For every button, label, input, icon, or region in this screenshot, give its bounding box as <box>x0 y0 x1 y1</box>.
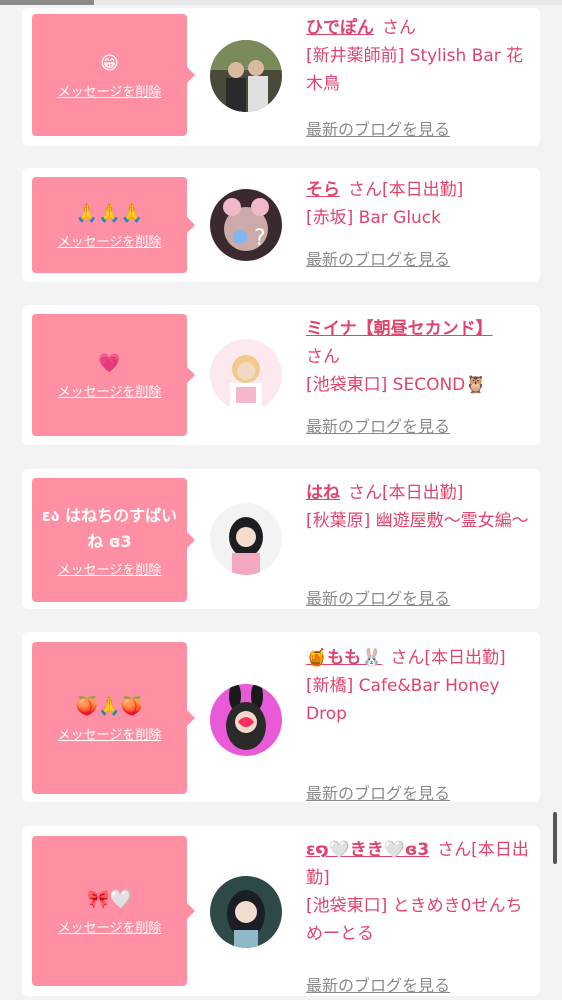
honorific: さん <box>382 18 416 38</box>
latest-blog-link[interactable]: 最新のブログを見る <box>306 585 450 613</box>
avatar[interactable] <box>210 503 282 575</box>
honorific: さん <box>306 347 340 367</box>
shop-name: [池袋東口] SECOND🦉 <box>306 375 487 395</box>
message-text: 💗 <box>98 352 121 374</box>
user-name-link[interactable]: 🍯もも🐰 <box>306 648 382 668</box>
shop-name: [赤坂] Bar Gluck <box>306 208 442 228</box>
page-progress-indicator <box>0 0 94 5</box>
shop-name: [池袋東口] ときめき0せんちめーとる <box>306 896 523 944</box>
message-text: 🎀🤍 <box>87 888 132 910</box>
user-name-link[interactable]: ミイナ【朝昼セカンド】 <box>306 319 493 339</box>
card-info: ε໑🤍きき🤍ɞ3 さん[本日出勤] [池袋東口] ときめき0せんちめーとる 最新の… <box>306 836 536 995</box>
user-name-link[interactable]: ひでぽん <box>306 18 374 38</box>
message-text: 😁 <box>100 52 119 74</box>
svg-text:?: ? <box>254 226 266 251</box>
honorific: さん[本日出勤] <box>390 648 506 668</box>
card-info: ミイナ【朝昼セカンド】 さん [池袋東口] SECOND🦉 最新のブログを見る <box>306 315 536 436</box>
user-name-link[interactable]: ε໑🤍きき🤍ɞ3 <box>306 840 429 860</box>
latest-blog-link[interactable]: 最新のブログを見る <box>306 246 450 274</box>
latest-blog-link[interactable]: 最新のブログを見る <box>306 972 450 1000</box>
avatar[interactable] <box>210 876 282 948</box>
avatar[interactable] <box>210 40 282 112</box>
card-info: ひでぽん さん [新井薬師前] Stylish Bar 花木鳥 最新のブログを見る <box>306 14 536 139</box>
message-card: εა はねちのすばいね ɞ3 メッセージを削除 はね さん[本日出勤] [秋葉原]… <box>22 469 540 609</box>
avatar[interactable]: ? <box>210 189 282 261</box>
message-text: 🍑🙏🍑 <box>75 695 144 717</box>
avatar[interactable] <box>210 339 282 411</box>
delete-message-link[interactable]: メッセージを削除 <box>58 81 162 100</box>
message-bubble: 🙏🙏🙏 メッセージを削除 <box>32 177 195 273</box>
message-bubble: 🍑🙏🍑 メッセージを削除 <box>32 642 195 794</box>
honorific: さん[本日出勤] <box>348 180 464 200</box>
delete-message-link[interactable]: メッセージを削除 <box>58 724 162 743</box>
delete-message-link[interactable]: メッセージを削除 <box>58 559 162 578</box>
message-card: 🙏🙏🙏 メッセージを削除 ? そら さん[本日出勤] [赤坂] Bar Gluck… <box>22 168 540 282</box>
message-card: 💗 メッセージを削除 ミイナ【朝昼セカンド】 さん [池袋東口] SECOND🦉… <box>22 305 540 445</box>
message-bubble: εა はねちのすばいね ɞ3 メッセージを削除 <box>32 478 195 602</box>
user-name-link[interactable]: はね <box>306 483 340 503</box>
latest-blog-link[interactable]: 最新のブログを見る <box>306 116 450 144</box>
message-card: 😁 メッセージを削除 ひでぽん さん [新井薬師前] Stylish Bar 花木… <box>22 8 540 146</box>
latest-blog-link[interactable]: 最新のブログを見る <box>306 413 450 441</box>
delete-message-link[interactable]: メッセージを削除 <box>58 381 162 400</box>
message-card: 🎀🤍 メッセージを削除 ε໑🤍きき🤍ɞ3 さん[本日出勤] [池袋東口] ときめき… <box>22 826 540 996</box>
avatar[interactable] <box>210 684 282 756</box>
message-text: 🙏🙏🙏 <box>75 202 144 224</box>
card-info: はね さん[本日出勤] [秋葉原] 幽遊屋敷～霊女編～ 最新のブログを見る <box>306 479 536 608</box>
card-info: 🍯もも🐰 さん[本日出勤] [新橋] Cafe&Bar Honey Drop 最新… <box>306 644 536 803</box>
message-card: 🍑🙏🍑 メッセージを削除 🍯もも🐰 さん[本日出勤] [新橋] Cafe&Bar … <box>22 632 540 803</box>
message-bubble: 😁 メッセージを削除 <box>32 14 195 136</box>
delete-message-link[interactable]: メッセージを削除 <box>58 231 162 250</box>
delete-message-link[interactable]: メッセージを削除 <box>58 917 162 936</box>
user-name-link[interactable]: そら <box>306 180 340 200</box>
card-info: そら さん[本日出勤] [赤坂] Bar Gluck 最新のブログを見る <box>306 176 536 269</box>
shop-name: [新井薬師前] Stylish Bar 花木鳥 <box>306 46 524 94</box>
shop-name: [新橋] Cafe&Bar Honey Drop <box>306 676 500 724</box>
message-bubble: 🎀🤍 メッセージを削除 <box>32 836 195 986</box>
message-bubble: 💗 メッセージを削除 <box>32 314 195 436</box>
shop-name: [秋葉原] 幽遊屋敷～霊女編～ <box>306 511 529 531</box>
scrollbar-thumb[interactable] <box>553 812 557 864</box>
top-bar <box>0 0 562 5</box>
latest-blog-link[interactable]: 最新のブログを見る <box>306 780 450 808</box>
honorific: さん[本日出勤] <box>348 483 464 503</box>
message-text: εა はねちのすばいね ɞ3 <box>41 505 178 551</box>
